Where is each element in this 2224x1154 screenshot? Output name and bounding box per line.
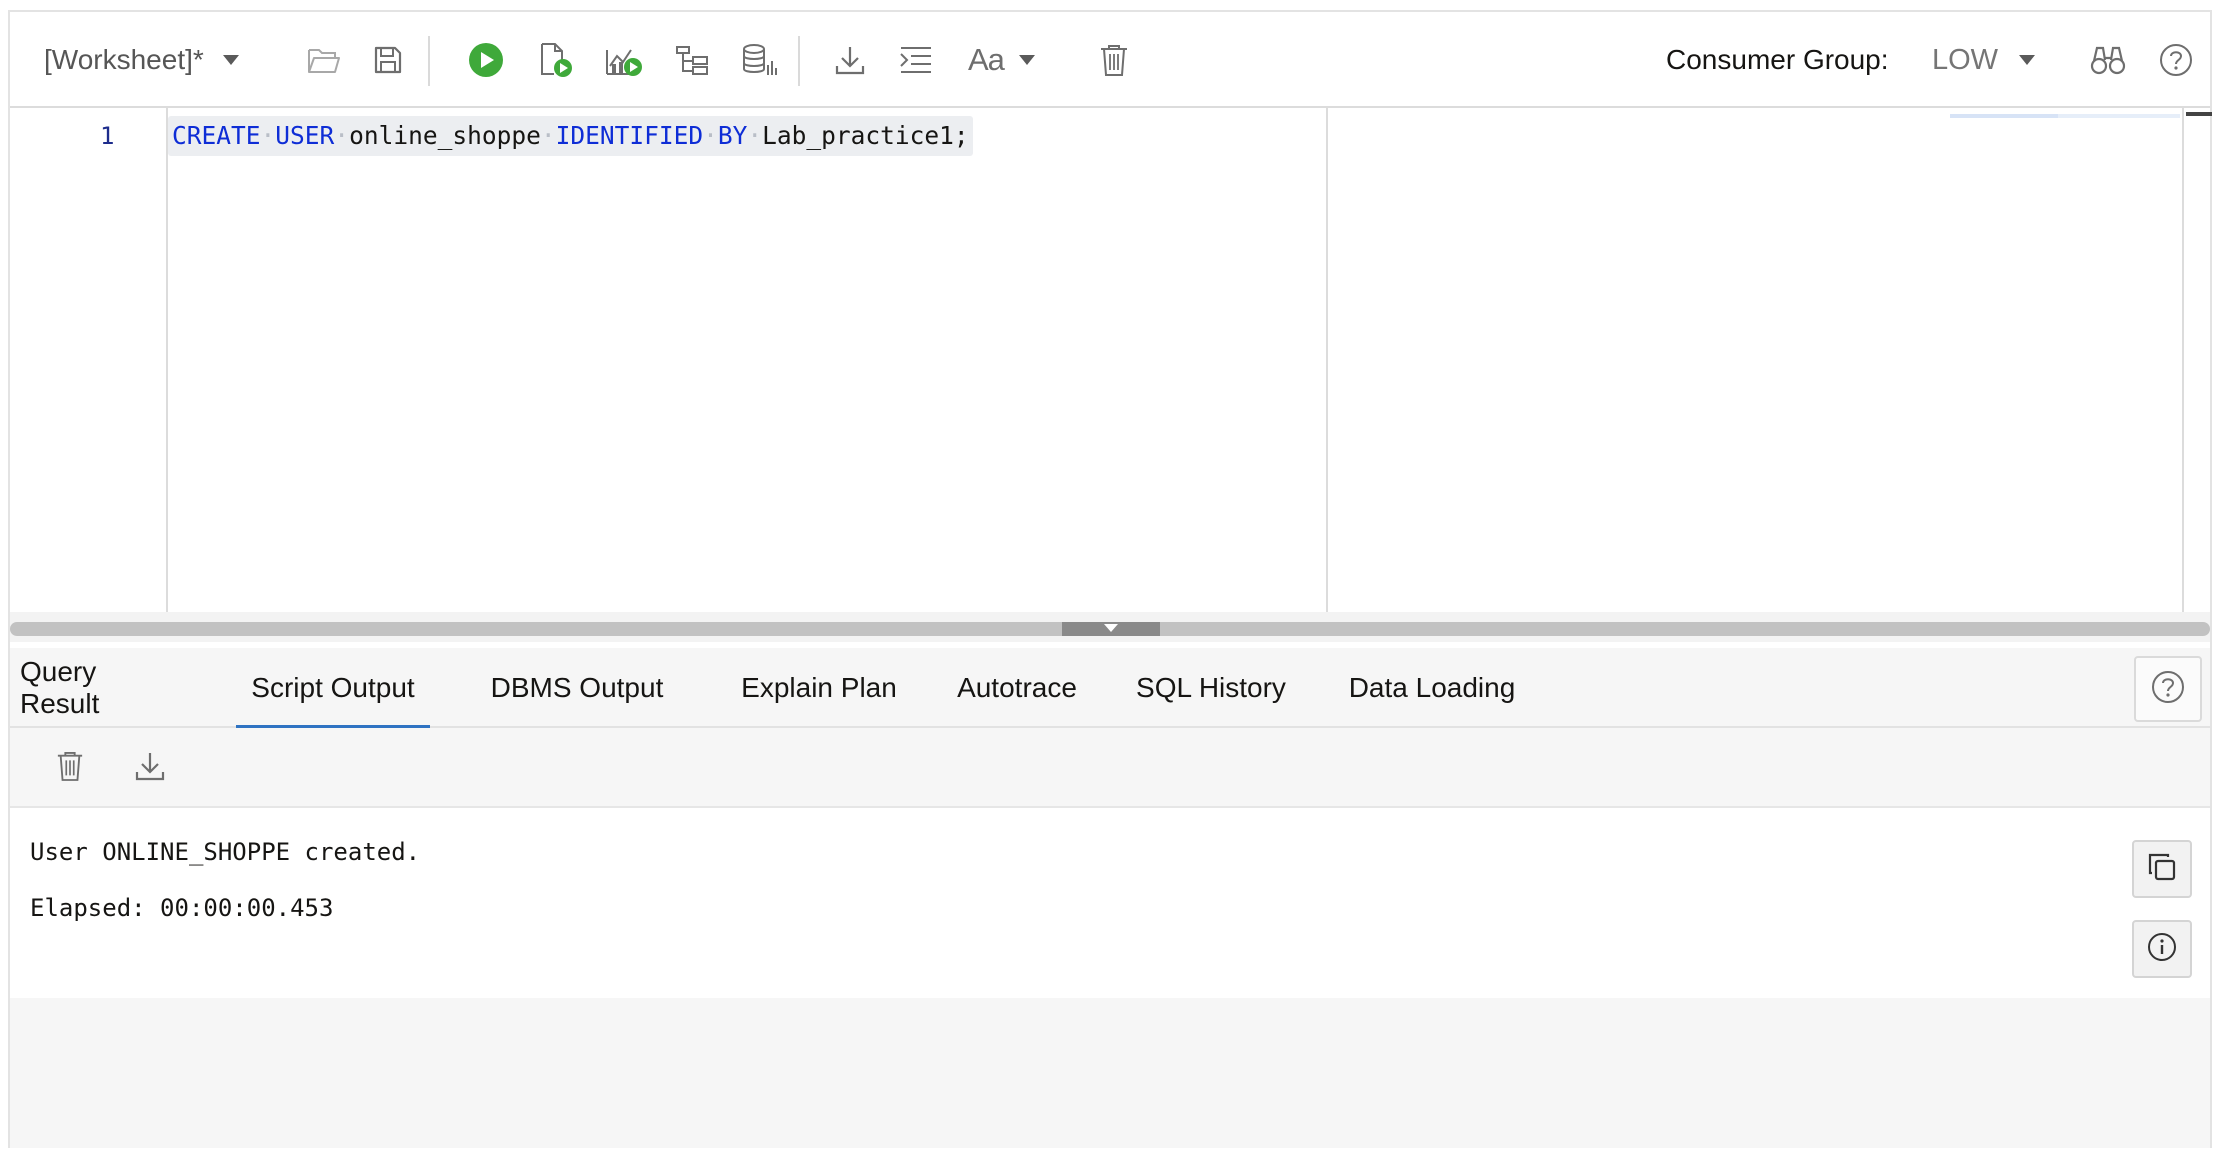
worksheet-name: [Worksheet]* — [44, 44, 204, 75]
clear-button[interactable] — [1086, 34, 1142, 86]
copy-icon — [2147, 852, 2177, 887]
folder-open-icon — [307, 46, 341, 74]
binoculars-icon — [2090, 45, 2126, 75]
output-line: Elapsed: 00:00:00.453 — [30, 894, 334, 922]
explain-plan-icon — [675, 45, 709, 75]
sql-tuning-icon — [741, 43, 779, 77]
tab-label: Query Result — [20, 656, 100, 719]
sql-keyword: CREATE — [172, 121, 261, 150]
save-icon — [373, 45, 403, 75]
tab-dbms-output[interactable]: DBMS Output — [482, 648, 672, 728]
download-icon — [834, 44, 866, 76]
trash-icon — [1099, 43, 1129, 77]
output-toolbar — [10, 728, 2210, 808]
editor-scrollbar-track[interactable] — [2182, 108, 2184, 612]
line-number-gutter: 1 — [10, 108, 168, 612]
splitter-collapse-handle[interactable] — [1062, 622, 1160, 636]
copy-output-button[interactable] — [2132, 840, 2192, 898]
worksheet-window: [Worksheet]* Aa Consumer Group: LOW 1 CR… — [8, 10, 2212, 1148]
tab-label: SQL History — [1136, 672, 1286, 703]
open-button[interactable] — [298, 34, 350, 86]
sql-identifier: online_shoppe — [349, 121, 541, 150]
run-statement-button[interactable] — [458, 34, 514, 86]
format-code-button[interactable] — [888, 34, 944, 86]
consumer-group-value: LOW — [1932, 43, 1999, 76]
code-line[interactable]: CREATE·USER·online_shoppe·IDENTIFIED·BY·… — [168, 116, 973, 156]
font-size-button[interactable]: Aa — [968, 34, 1058, 86]
output-tabs: Query Result Script Output DBMS Output E… — [10, 648, 2210, 730]
editor-print-margin — [1326, 108, 1328, 612]
output-line: User ONLINE_SHOPPE created. — [30, 838, 421, 866]
sql-keyword: USER — [275, 121, 335, 150]
help-button[interactable] — [2150, 34, 2202, 86]
editor-scrollbar-thumb[interactable] — [2186, 112, 2212, 116]
info-icon — [2147, 932, 2177, 967]
tab-label: DBMS Output — [490, 672, 664, 703]
chevron-down-icon — [222, 54, 240, 66]
toolbar-divider — [798, 36, 800, 86]
run-script-button[interactable] — [528, 34, 584, 86]
autotrace-icon — [604, 42, 644, 78]
sql-editor[interactable]: 1 CREATE·USER·online_shoppe·IDENTIFIED·B… — [10, 108, 2212, 612]
download-icon — [134, 750, 166, 787]
tab-label: Data Loading — [1348, 672, 1516, 703]
download-button[interactable] — [822, 34, 878, 86]
sql-identifier: Lab_practice1; — [762, 121, 969, 150]
worksheet-selector[interactable]: [Worksheet]* — [44, 34, 274, 86]
script-output-pane: User ONLINE_SHOPPE created. Elapsed: 00:… — [10, 808, 2210, 998]
sql-tuning-button[interactable] — [732, 34, 788, 86]
worksheet-toolbar: [Worksheet]* Aa Consumer Group: LOW — [10, 12, 2210, 108]
find-button[interactable] — [2080, 34, 2136, 86]
trash-icon — [56, 750, 84, 787]
info-button[interactable] — [2132, 920, 2192, 978]
help-icon — [2159, 43, 2193, 77]
sql-keyword: BY — [717, 121, 748, 150]
chevron-down-icon — [1103, 620, 1119, 638]
tab-autotrace[interactable]: Autotrace — [950, 648, 1084, 728]
help-icon — [2151, 670, 2185, 709]
tab-label: Script Output — [251, 672, 415, 703]
line-number: 1 — [100, 122, 115, 150]
tab-query-result[interactable]: Query Result — [20, 648, 170, 728]
tab-label: Explain Plan — [741, 672, 897, 703]
save-button[interactable] — [362, 34, 414, 86]
tab-explain-plan[interactable]: Explain Plan — [730, 648, 908, 728]
download-output-button[interactable] — [124, 742, 176, 794]
minimap-highlight — [2058, 114, 2180, 118]
autotrace-button[interactable] — [596, 34, 652, 86]
run-script-icon — [539, 42, 573, 78]
sql-keyword: IDENTIFIED — [555, 121, 704, 150]
tab-data-loading[interactable]: Data Loading — [1340, 648, 1524, 728]
toolbar-divider — [428, 36, 430, 86]
run-statement-icon — [468, 42, 504, 78]
output-help-button[interactable] — [2134, 656, 2202, 722]
tab-sql-history[interactable]: SQL History — [1130, 648, 1292, 728]
font-size-icon: Aa — [968, 42, 1005, 77]
chevron-down-icon — [1018, 54, 1036, 66]
format-code-icon — [899, 45, 933, 75]
minimap-highlight — [1950, 114, 2058, 118]
consumer-group-label: Consumer Group: — [1666, 44, 1889, 75]
tab-label: Autotrace — [957, 672, 1077, 703]
chevron-down-icon — [2018, 54, 2036, 66]
consumer-group-select[interactable]: LOW — [1932, 34, 2082, 86]
tab-script-output[interactable]: Script Output — [236, 648, 430, 730]
empty-output-area — [10, 998, 2210, 1148]
clear-output-button[interactable] — [44, 742, 96, 794]
explain-plan-button[interactable] — [664, 34, 720, 86]
